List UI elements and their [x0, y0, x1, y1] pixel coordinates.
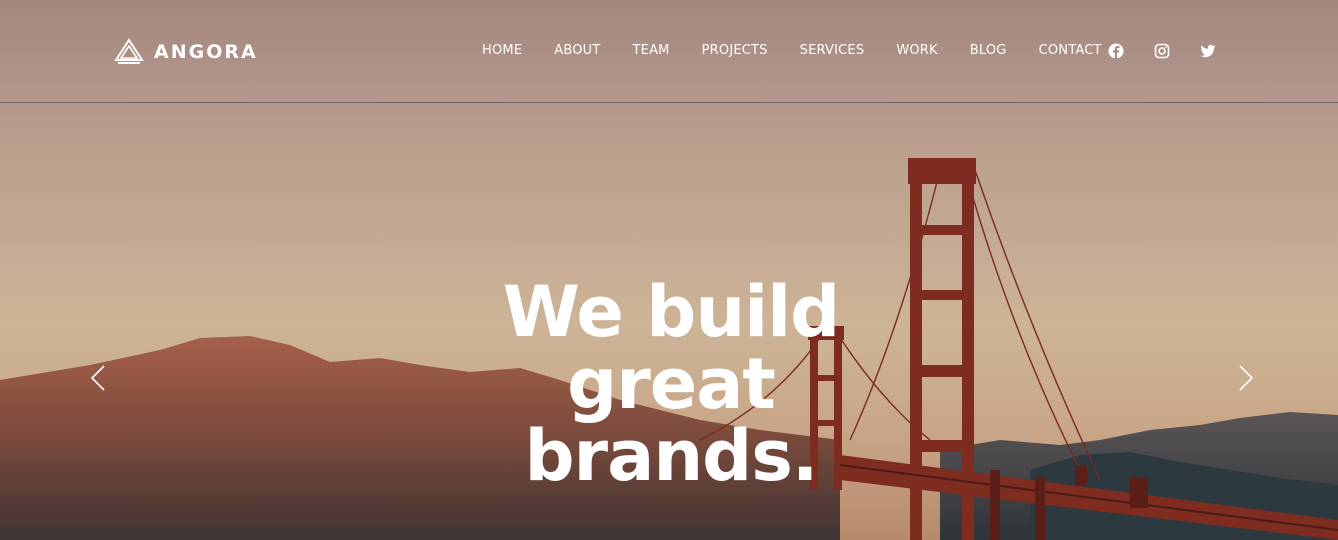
nav-item-about[interactable]: ABOUT — [554, 43, 600, 58]
slider-next-button[interactable] — [1236, 364, 1256, 392]
headline-line-3: brands. — [524, 415, 818, 497]
nav-item-blog[interactable]: BLOG — [970, 43, 1007, 58]
twitter-icon[interactable] — [1200, 43, 1216, 59]
headline-line-1: We build — [502, 271, 841, 353]
chevron-left-icon — [90, 365, 105, 391]
hero-section: ANGORA HOME ABOUT TEAM PROJECTS SERVICES… — [0, 0, 1338, 540]
brand-logo[interactable]: ANGORA — [114, 38, 258, 66]
nav-item-services[interactable]: SERVICES — [800, 43, 865, 58]
site-header: ANGORA HOME ABOUT TEAM PROJECTS SERVICES… — [0, 0, 1338, 103]
chevron-right-icon — [1239, 365, 1254, 391]
main-nav: HOME ABOUT TEAM PROJECTS SERVICES WORK B… — [482, 43, 1102, 58]
instagram-icon[interactable] — [1154, 43, 1170, 59]
hero-headline: We build great brands. — [469, 276, 873, 492]
triangle-stack-logo-icon — [114, 38, 144, 64]
nav-item-contact[interactable]: CONTACT — [1039, 43, 1102, 58]
nav-item-projects[interactable]: PROJECTS — [702, 43, 768, 58]
nav-item-home[interactable]: HOME — [482, 43, 522, 58]
brand-name: ANGORA — [154, 41, 258, 63]
social-links — [1108, 43, 1216, 59]
slider-prev-button[interactable] — [88, 364, 108, 392]
facebook-icon[interactable] — [1108, 43, 1124, 59]
nav-item-team[interactable]: TEAM — [633, 43, 670, 58]
headline-line-2: great — [567, 343, 776, 425]
nav-item-work[interactable]: WORK — [896, 43, 937, 58]
